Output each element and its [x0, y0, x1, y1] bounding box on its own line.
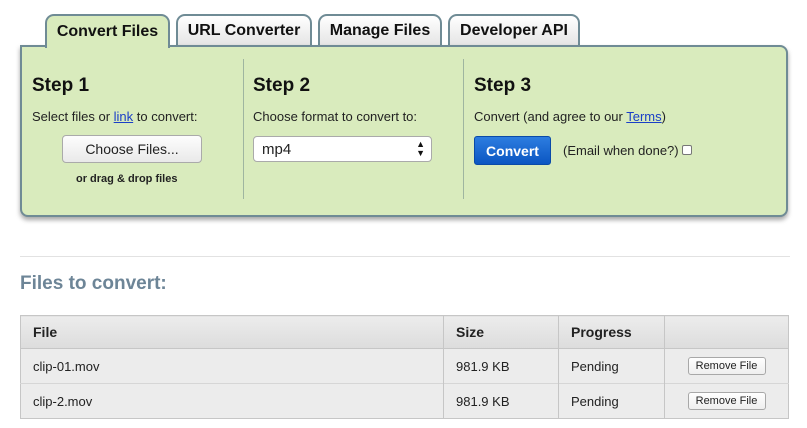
tab-manage-files[interactable]: Manage Files — [318, 14, 442, 46]
email-when-done-label: (Email when done?) — [563, 143, 679, 158]
file-size: 981.9 KB — [443, 348, 559, 384]
column-header-file: File — [20, 315, 444, 349]
file-name: clip-01.mov — [20, 348, 444, 384]
format-select[interactable]: mp4 ▲ ▼ — [253, 136, 432, 162]
format-select-value: mp4 — [262, 140, 292, 158]
step-3-description: Convert (and agree to our Terms) — [474, 109, 666, 124]
file-actions: Remove File — [664, 348, 789, 384]
select-arrows-icon: ▲ ▼ — [416, 139, 425, 158]
step-2: Step 2 Choose format to convert to: mp4 … — [253, 47, 453, 197]
table-header-row: File Size Progress — [20, 315, 789, 349]
link-link[interactable]: link — [114, 109, 134, 124]
terms-link[interactable]: Terms — [626, 109, 661, 124]
files-table: File Size Progress clip-01.mov 981.9 KB … — [20, 315, 789, 419]
step-3: Step 3 Convert (and agree to our Terms) … — [474, 47, 774, 197]
step-1: Step 1 Select files or link to convert: … — [32, 47, 242, 197]
step-3-desc-suffix: ) — [661, 109, 666, 124]
table-row: clip-01.mov 981.9 KB Pending Remove File — [20, 348, 789, 384]
remove-file-button[interactable]: Remove File — [687, 392, 766, 410]
table-row: clip-2.mov 981.9 KB Pending Remove File — [20, 383, 789, 419]
choose-files-button[interactable]: Choose Files... — [62, 135, 202, 163]
tab-developer-api[interactable]: Developer API — [448, 14, 580, 46]
email-when-done-checkbox[interactable] — [682, 145, 692, 155]
file-progress: Pending — [558, 348, 665, 384]
file-progress: Pending — [558, 383, 665, 419]
file-name: clip-2.mov — [20, 383, 444, 419]
tab-convert-files[interactable]: Convert Files — [45, 14, 170, 48]
convert-panel: Step 1 Select files or link to convert: … — [20, 45, 788, 217]
step-2-description: Choose format to convert to: — [253, 109, 418, 124]
file-size: 981.9 KB — [443, 383, 559, 419]
remove-file-button[interactable]: Remove File — [687, 357, 766, 375]
step-1-desc-prefix: Select files or — [32, 109, 114, 124]
convert-button[interactable]: Convert — [474, 136, 551, 165]
step-1-description: Select files or link to convert: — [32, 109, 197, 124]
file-actions: Remove File — [664, 383, 789, 419]
step-2-title: Step 2 — [253, 75, 311, 96]
drag-drop-note: or drag & drop files — [76, 173, 178, 185]
step-divider — [463, 59, 464, 199]
tab-url-converter[interactable]: URL Converter — [176, 14, 312, 46]
files-to-convert-title: Files to convert: — [20, 273, 167, 294]
step-1-title: Step 1 — [32, 75, 90, 96]
step-1-desc-suffix: to convert: — [133, 109, 198, 124]
section-divider — [20, 256, 790, 257]
step-3-desc-prefix: Convert (and agree to our — [474, 109, 627, 124]
column-header-actions — [664, 315, 789, 349]
step-divider — [243, 59, 244, 199]
step-3-title: Step 3 — [474, 75, 532, 96]
column-header-size: Size — [443, 315, 559, 349]
column-header-progress: Progress — [558, 315, 665, 349]
